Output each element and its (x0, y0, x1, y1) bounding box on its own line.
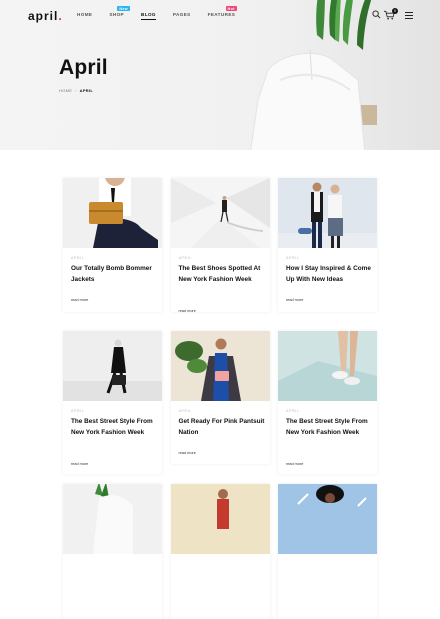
breadcrumb-home[interactable]: HOME (59, 88, 72, 93)
post-image[interactable] (278, 484, 377, 554)
hot-badge: Hot (225, 6, 237, 11)
page-title: April (59, 56, 108, 79)
nav-label: BLOG (141, 12, 156, 17)
post-card[interactable]: APRIL The Best Shoes Spotted At New York… (170, 178, 270, 313)
main-nav: HOME SHOP New BLOG PAGES FEATURES Hot (77, 6, 252, 20)
post-image[interactable] (170, 331, 270, 401)
post-title[interactable]: The Best Shoes Spotted At New York Fashi… (179, 264, 265, 285)
nav-item-pages[interactable]: PAGES (173, 12, 191, 20)
cart-count-badge: 0 (392, 8, 398, 14)
nav-label: HOME (77, 12, 93, 17)
logo-dot: . (58, 9, 63, 23)
post-card[interactable]: APRIL The Best Street Style From New Yor… (63, 331, 162, 474)
breadcrumb: HOME / APRIL (59, 88, 93, 93)
post-card[interactable] (63, 484, 162, 619)
post-image[interactable] (278, 178, 377, 248)
post-title[interactable]: How I Stay Inspired & Come Up With New I… (286, 264, 372, 285)
post-card[interactable]: APRIL The Best Street Style From New Yor… (278, 331, 377, 474)
new-badge: New (117, 6, 130, 11)
read-more-link[interactable]: read more (179, 451, 196, 455)
post-image[interactable] (63, 178, 162, 248)
tote-bag-image (250, 49, 366, 150)
post-card[interactable]: APRIL Get Ready For Pink Pantsuit Nation… (170, 331, 270, 464)
nav-item-features[interactable]: FEATURES Hot (207, 6, 237, 20)
nav-label: FEATURES (207, 12, 236, 17)
post-title[interactable]: The Best Street Style From New York Fash… (286, 417, 372, 438)
read-more-link[interactable]: read more (179, 309, 196, 313)
post-title[interactable]: Get Ready For Pink Pantsuit Nation (179, 417, 265, 438)
breadcrumb-current: APRIL (79, 88, 94, 93)
site-logo[interactable]: april. (28, 9, 63, 23)
nav-label: PAGES (172, 12, 191, 17)
nav-label: SHOP (109, 12, 125, 17)
menu-icon[interactable] (405, 12, 413, 19)
post-tag[interactable]: APRIL (71, 256, 84, 260)
logo-text: april (28, 9, 59, 23)
post-title[interactable]: The Best Street Style From New York Fash… (71, 417, 157, 438)
nav-item-home[interactable]: HOME (77, 12, 92, 20)
post-card[interactable]: APRIL Our Totally Bomb Bommer Jackets re… (63, 178, 162, 312)
post-card[interactable] (170, 484, 270, 619)
post-grid-row-1: APRIL Our Totally Bomb Bommer Jackets re… (63, 178, 377, 313)
post-tag[interactable]: APRIL (179, 256, 192, 260)
post-image[interactable] (63, 484, 162, 554)
post-tag[interactable]: APRIL (286, 256, 299, 260)
header-icons: 0 (372, 8, 417, 23)
breadcrumb-separator: / (75, 88, 77, 93)
post-grid-row-2: APRIL The Best Street Style From New Yor… (63, 331, 377, 474)
nav-item-shop[interactable]: SHOP New (109, 6, 130, 20)
post-image[interactable] (170, 484, 270, 554)
post-tag[interactable]: APRIL (286, 409, 299, 413)
post-tag[interactable]: APRIL (179, 409, 192, 413)
post-image[interactable] (63, 331, 162, 401)
read-more-link[interactable]: read more (71, 462, 88, 466)
search-icon[interactable] (372, 10, 381, 19)
post-card[interactable] (278, 484, 377, 619)
nav-item-blog[interactable]: BLOG (141, 12, 156, 20)
post-tag[interactable]: APRIL (71, 409, 84, 413)
post-grid-row-3 (63, 484, 377, 619)
post-image[interactable] (170, 178, 270, 248)
post-title[interactable]: Our Totally Bomb Bommer Jackets (71, 264, 157, 285)
read-more-link[interactable]: read more (71, 298, 88, 302)
post-card[interactable]: APRIL How I Stay Inspired & Come Up With… (278, 178, 377, 312)
read-more-link[interactable]: read more (286, 462, 303, 466)
post-image[interactable] (278, 331, 377, 401)
read-more-link[interactable]: read more (286, 298, 303, 302)
hero-banner: april. HOME SHOP New BLOG PAGES FEATURES… (0, 0, 440, 150)
